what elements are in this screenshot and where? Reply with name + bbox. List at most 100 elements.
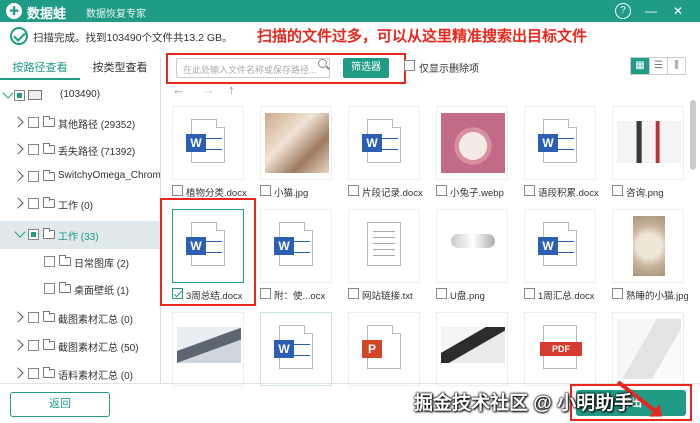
tree-checkbox[interactable]	[28, 171, 39, 182]
tree-checkbox[interactable]	[44, 283, 55, 294]
back-arrow-icon[interactable]: ←	[172, 82, 185, 97]
grid-scrollbar[interactable]	[690, 100, 696, 170]
file-checkbox[interactable]	[260, 185, 271, 196]
tree-checkbox[interactable]	[44, 256, 55, 267]
file-checkbox[interactable]	[524, 185, 535, 196]
search-icon[interactable]	[318, 59, 327, 68]
close-button[interactable]: ✕	[670, 3, 686, 19]
tree-item-other-paths[interactable]: 其他路径 (29352)	[0, 109, 160, 137]
file-thumbnail[interactable]	[436, 106, 508, 180]
chevron-right-icon[interactable]	[12, 311, 24, 323]
chevron-down-icon[interactable]	[2, 87, 14, 99]
office-photo-icon	[617, 121, 681, 163]
tree-checkbox[interactable]	[14, 90, 25, 101]
tree-checkbox[interactable]	[28, 229, 39, 240]
grid-view-icon[interactable]: ▦	[631, 58, 649, 74]
chevron-down-icon[interactable]	[14, 226, 26, 238]
file-thumbnail[interactable]: PDF	[524, 312, 596, 386]
tab-by-type[interactable]: 按类型查看	[80, 58, 160, 80]
file-item[interactable]: 小兔子.webp	[430, 100, 518, 200]
tree-checkbox[interactable]	[28, 368, 39, 379]
tree-item-work-selected[interactable]: 工作 (33)	[0, 221, 160, 249]
tree-item-corpus[interactable]: 语料素材汇总 (0)	[0, 360, 160, 382]
file-thumbnail[interactable]	[348, 209, 420, 283]
file-item[interactable]: 网站链接.txt	[342, 203, 430, 303]
file-thumbnail[interactable]	[612, 106, 684, 180]
file-thumbnail[interactable]	[260, 106, 332, 180]
file-checkbox[interactable]	[260, 288, 271, 299]
file-checkbox[interactable]	[436, 185, 447, 196]
tree-checkbox[interactable]	[28, 117, 39, 128]
file-thumbnail[interactable]	[612, 209, 684, 283]
file-item[interactable]	[430, 306, 518, 390]
forward-arrow-icon[interactable]: →	[202, 82, 215, 97]
list-view-icon[interactable]: ☰	[649, 58, 667, 74]
file-checkbox[interactable]	[348, 288, 359, 299]
word-doc-icon: W	[186, 119, 225, 163]
file-thumbnail[interactable]	[612, 312, 684, 386]
help-icon[interactable]: ?	[615, 3, 631, 19]
tree-item-daily-gallery[interactable]: 日常图库 (2)	[0, 248, 160, 276]
chevron-right-icon[interactable]	[12, 197, 24, 209]
file-item[interactable]: 熟睡的小猫.jpg	[606, 203, 688, 303]
chevron-right-icon[interactable]	[12, 143, 24, 155]
file-name: U盘.png	[450, 291, 485, 302]
file-item[interactable]: W 附：使...ocx	[254, 203, 342, 303]
tree-item-label: 截图素材汇总 (50)	[58, 343, 139, 354]
tree-item-wallpaper[interactable]: 桌面壁纸 (1)	[0, 275, 160, 303]
file-thumbnail[interactable]: P	[348, 312, 420, 386]
file-name: 熟睡的小猫.jpg	[626, 291, 688, 302]
tree-item-switchyomega[interactable]: SwitchyOmega_Chromiur	[0, 163, 160, 191]
file-checkbox[interactable]	[524, 288, 535, 299]
file-thumbnail[interactable]: W	[260, 312, 332, 386]
only-deleted-checkbox[interactable]	[404, 60, 415, 71]
file-checkbox[interactable]	[612, 185, 623, 196]
file-thumbnail[interactable]	[436, 209, 508, 283]
chevron-right-icon[interactable]	[12, 170, 24, 182]
search-input[interactable]: 在此处输入文件名称或保存路径...	[176, 58, 330, 78]
chevron-right-icon[interactable]	[12, 339, 24, 351]
file-thumbnail[interactable]	[436, 312, 508, 386]
chevron-right-icon[interactable]	[12, 367, 24, 379]
file-thumbnail[interactable]: W	[348, 106, 420, 180]
file-item[interactable]: W 植物分类.docx	[166, 100, 254, 200]
file-item[interactable]: W 1周汇总.docx	[518, 203, 606, 303]
search-highlight-box: 在此处输入文件名称或保存路径... 筛选器	[166, 53, 406, 84]
file-item[interactable]	[166, 306, 254, 390]
filter-button[interactable]: 筛选器	[343, 58, 389, 78]
up-arrow-icon[interactable]: ↑	[228, 82, 235, 97]
tree-checkbox[interactable]	[28, 340, 39, 351]
file-item[interactable]: P	[342, 306, 430, 390]
file-thumbnail[interactable]: W	[524, 106, 596, 180]
file-checkbox[interactable]	[612, 288, 623, 299]
file-checkbox[interactable]	[436, 288, 447, 299]
file-item[interactable]: W	[254, 306, 342, 390]
file-item[interactable]	[606, 306, 688, 390]
tree-checkbox[interactable]	[28, 198, 39, 209]
minimize-button[interactable]: —	[643, 3, 659, 19]
file-item[interactable]: U盘.png	[430, 203, 518, 303]
tree-item-screenshots[interactable]: 截图素材汇总 (50)	[0, 332, 160, 360]
file-item[interactable]: 小猫.jpg	[254, 100, 342, 200]
tree-checkbox[interactable]	[28, 144, 39, 155]
file-thumbnail[interactable]: W	[260, 209, 332, 283]
file-checkbox[interactable]	[348, 185, 359, 196]
tree-item-root[interactable]: (103490)	[0, 82, 160, 110]
file-thumbnail[interactable]	[172, 312, 244, 386]
tab-by-path[interactable]: 按路径查看	[0, 58, 80, 80]
back-button[interactable]: 返回	[10, 392, 110, 417]
tree-item-screenshots-empty[interactable]: 截图素材汇总 (0)	[0, 304, 160, 332]
file-thumbnail[interactable]: W	[524, 209, 596, 283]
chevron-right-icon[interactable]	[12, 116, 24, 128]
detail-view-icon[interactable]: ⫼	[667, 58, 685, 74]
tree-checkbox[interactable]	[28, 312, 39, 323]
file-item[interactable]: 咨询.png	[606, 100, 688, 200]
file-item[interactable]: PDF	[518, 306, 606, 390]
file-item[interactable]: W 片段记录.docx	[342, 100, 430, 200]
file-item[interactable]: W 语段积累.docx	[518, 100, 606, 200]
file-checkbox[interactable]	[172, 185, 183, 196]
file-thumbnail[interactable]: W	[172, 106, 244, 180]
tree-item-work-empty[interactable]: 工作 (0)	[0, 190, 160, 218]
tree-item-lost-paths[interactable]: 丢失路径 (71392)	[0, 136, 160, 164]
folder-icon	[43, 228, 55, 239]
